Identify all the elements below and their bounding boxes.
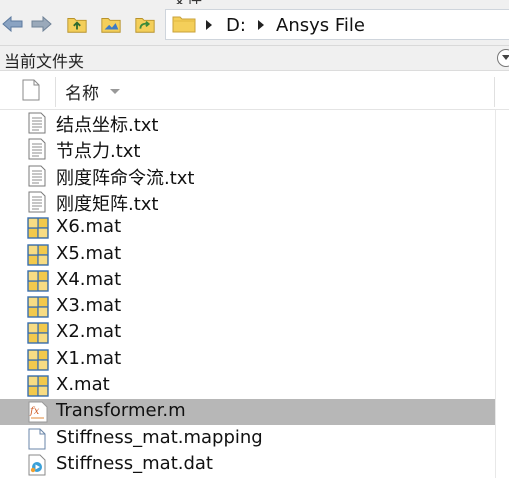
file-name: Stiffness_mat.dat bbox=[56, 452, 213, 474]
file-row[interactable]: Stiffness_mat.mapping bbox=[0, 426, 496, 452]
file-row[interactable]: fx Transformer.m bbox=[0, 399, 496, 426]
svg-text:fx: fx bbox=[29, 406, 40, 417]
file-row[interactable]: 结点坐标.txt bbox=[0, 110, 496, 136]
file-row[interactable]: X1.mat bbox=[0, 347, 496, 373]
text-file-icon bbox=[27, 191, 47, 213]
mat-file-icon bbox=[27, 243, 49, 266]
breadcrumb-drive[interactable]: D: bbox=[226, 15, 246, 36]
file-name: X5.mat bbox=[56, 242, 122, 264]
file-name: X2.mat bbox=[56, 321, 122, 343]
page-icon bbox=[22, 79, 40, 105]
up-folder-icon[interactable] bbox=[66, 13, 88, 35]
file-row[interactable]: 刚度矩阵.txt bbox=[0, 189, 496, 215]
file-name: Stiffness_mat.mapping bbox=[56, 426, 263, 448]
file-list: 结点坐标.txt 节点力.txt 刚度阵命令流.txt 刚度矩阵.txt X6.mat X… bbox=[0, 110, 509, 478]
matlab-script-icon: fx bbox=[27, 401, 48, 423]
file-row[interactable]: X3.mat bbox=[0, 294, 496, 320]
file-name: X3.mat bbox=[56, 295, 122, 317]
text-file-icon bbox=[27, 112, 47, 134]
address-bar[interactable]: D: Ansys File bbox=[165, 9, 509, 40]
file-name: 节点力.txt bbox=[56, 141, 141, 163]
toolbar: D: Ansys File bbox=[0, 4, 509, 46]
breadcrumb-chevron-icon[interactable] bbox=[258, 20, 264, 30]
file-name: X1.mat bbox=[56, 347, 122, 369]
file-row[interactable]: X.mat bbox=[0, 373, 496, 399]
file-name: X6.mat bbox=[56, 216, 122, 238]
scrollbar[interactable] bbox=[495, 110, 509, 478]
media-file-icon bbox=[27, 454, 47, 476]
file-row[interactable]: 刚度阵命令流.txt bbox=[0, 163, 496, 189]
breadcrumb-chevron-icon[interactable] bbox=[206, 20, 212, 30]
folder-icon bbox=[172, 14, 196, 38]
chevron-down-icon[interactable] bbox=[497, 49, 509, 67]
column-name-header[interactable]: 名称 bbox=[65, 79, 99, 104]
file-row[interactable]: X4.mat bbox=[0, 268, 496, 294]
file-row[interactable]: X5.mat bbox=[0, 242, 496, 268]
file-name: X.mat bbox=[56, 374, 110, 395]
mat-file-icon bbox=[27, 270, 49, 292]
column-divider[interactable] bbox=[55, 77, 56, 107]
file-name: 结点坐标.txt bbox=[56, 115, 159, 136]
file-name: Transformer.m bbox=[56, 400, 186, 422]
file-row[interactable]: X2.mat bbox=[0, 320, 496, 346]
mat-file-icon bbox=[27, 217, 49, 239]
back-arrow-icon[interactable] bbox=[2, 13, 24, 35]
sort-arrow-icon[interactable] bbox=[110, 89, 120, 94]
file-browser-window: 文件 bbox=[0, 0, 509, 478]
column-header: 名称 bbox=[0, 71, 509, 110]
mat-file-icon bbox=[27, 348, 49, 371]
file-name: 刚度阵命令流.txt bbox=[56, 167, 195, 189]
file-row[interactable]: X6.mat bbox=[0, 215, 496, 241]
pane-title: 当前文件夹 bbox=[4, 52, 85, 71]
column-divider[interactable] bbox=[494, 77, 495, 107]
file-name: X4.mat bbox=[56, 268, 122, 290]
file-row[interactable]: Stiffness_mat.dat bbox=[0, 452, 496, 478]
file-row[interactable]: 节点力.txt bbox=[0, 136, 496, 162]
breadcrumb-folder[interactable]: Ansys File bbox=[276, 15, 365, 36]
document-icon bbox=[27, 428, 47, 450]
current-folder-header: 当前文件夹 bbox=[0, 46, 509, 71]
mat-file-icon bbox=[27, 322, 49, 345]
text-file-icon bbox=[27, 165, 47, 187]
text-file-icon bbox=[27, 138, 47, 160]
forward-arrow-icon[interactable] bbox=[30, 13, 52, 35]
mat-file-icon bbox=[27, 296, 49, 318]
file-name: 刚度矩阵.txt bbox=[56, 193, 159, 215]
open-folder-icon[interactable] bbox=[100, 13, 122, 35]
mat-file-icon bbox=[27, 375, 49, 397]
refresh-folder-icon[interactable] bbox=[134, 13, 156, 35]
